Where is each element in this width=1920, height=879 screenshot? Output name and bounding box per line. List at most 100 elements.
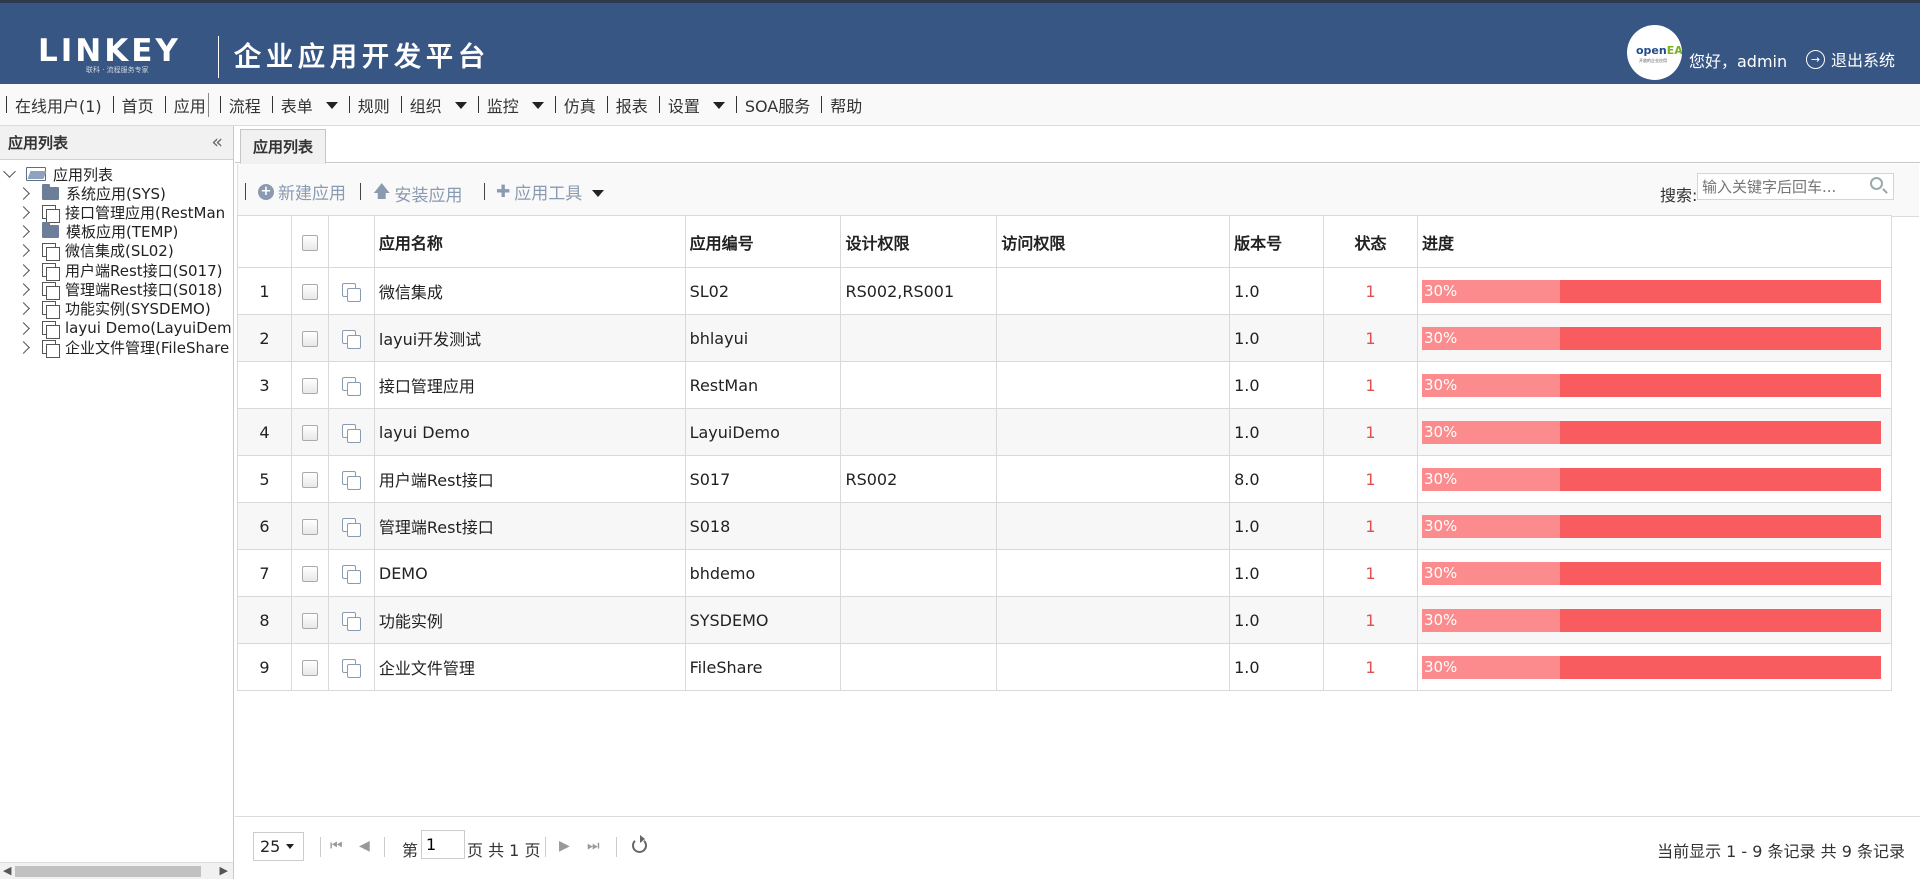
table-row[interactable]: 3 接口管理应用 RestMan 1.0 1 30%	[237, 361, 1893, 409]
row-action[interactable]	[327, 596, 375, 644]
table-row[interactable]: 1 微信集成 SL02 RS002,RS001 1.0 1 30%	[237, 267, 1893, 315]
menu-item-5[interactable]: 规则	[358, 93, 390, 117]
copy-icon[interactable]	[341, 470, 361, 490]
app-tools-button[interactable]: ✚ 应用工具	[496, 179, 605, 204]
cell-app-name[interactable]: DEMO	[373, 549, 686, 597]
row-checkbox[interactable]	[290, 455, 329, 503]
row-action[interactable]	[327, 361, 375, 409]
row-checkbox[interactable]	[290, 502, 329, 550]
menu-item-6[interactable]: 组织	[410, 93, 467, 117]
checkbox-icon[interactable]	[301, 660, 318, 676]
row-action[interactable]	[327, 643, 375, 691]
checkbox-icon[interactable]	[301, 284, 318, 300]
copy-icon[interactable]	[341, 611, 361, 631]
new-app-button[interactable]: + 新建应用	[258, 179, 346, 204]
chevron-right-icon[interactable]	[17, 186, 30, 200]
col-header-access[interactable]: 访问权限	[996, 215, 1231, 268]
table-row[interactable]: 5 用户端Rest接口 S017 RS002 8.0 1 30%	[237, 455, 1893, 503]
col-header-code[interactable]: 应用编号	[684, 215, 842, 268]
copy-icon[interactable]	[341, 282, 361, 302]
scrollbar-thumb[interactable]	[15, 866, 201, 877]
menu-item-3[interactable]: 流程	[229, 93, 261, 117]
row-checkbox[interactable]	[290, 408, 329, 456]
last-page-icon[interactable]: ⏭	[587, 838, 600, 854]
menu-item-0[interactable]: 在线用户(1)	[15, 93, 102, 117]
scroll-right-icon[interactable]: ▶	[220, 864, 228, 877]
cell-app-name[interactable]: layui Demo	[373, 408, 686, 456]
copy-icon[interactable]	[341, 376, 361, 396]
copy-icon[interactable]	[341, 517, 361, 537]
cell-app-name[interactable]: 微信集成	[373, 267, 686, 315]
cell-app-name[interactable]: 管理端Rest接口	[373, 502, 686, 550]
copy-icon[interactable]	[341, 564, 361, 584]
row-checkbox[interactable]	[290, 549, 329, 597]
checkbox-icon[interactable]	[301, 425, 318, 441]
menu-item-11[interactable]: SOA服务	[745, 93, 810, 117]
logout-button[interactable]: → 退出系统	[1806, 47, 1895, 71]
table-row[interactable]: 2 layui开发测试 bhlayui 1.0 1 30%	[237, 314, 1893, 362]
table-row[interactable]: 7 DEMO bhdemo 1.0 1 30%	[237, 549, 1893, 597]
row-action[interactable]	[327, 314, 375, 362]
menu-item-2[interactable]: 应用	[174, 92, 209, 117]
table-row[interactable]: 4 layui Demo LayuiDemo 1.0 1 30%	[237, 408, 1893, 456]
checkbox-icon[interactable]	[301, 566, 318, 582]
chevron-right-icon[interactable]	[17, 283, 30, 296]
row-action[interactable]	[327, 408, 375, 456]
refresh-icon[interactable]	[632, 835, 647, 853]
next-page-icon[interactable]: ▶	[559, 838, 570, 854]
cell-app-name[interactable]: 功能实例	[373, 596, 686, 644]
row-action[interactable]	[327, 502, 375, 550]
install-app-button[interactable]: 🡅 安装应用	[373, 179, 462, 208]
table-row[interactable]: 6 管理端Rest接口 S018 1.0 1 30%	[237, 502, 1893, 550]
avatar[interactable]: openEA 开放的企业应用	[1627, 25, 1682, 80]
chevron-right-icon[interactable]	[17, 205, 30, 219]
table-row[interactable]: 9 企业文件管理 FileShare 1.0 1 30%	[237, 643, 1893, 691]
row-checkbox[interactable]	[290, 361, 329, 409]
checkbox-icon[interactable]	[301, 378, 318, 394]
checkbox-icon[interactable]	[301, 331, 318, 347]
chevron-down-icon[interactable]	[3, 165, 16, 178]
menu-item-8[interactable]: 仿真	[564, 93, 596, 117]
col-header-status[interactable]: 状态	[1323, 215, 1418, 268]
chevron-right-icon[interactable]	[17, 244, 30, 258]
copy-icon[interactable]	[341, 658, 361, 678]
cell-app-name[interactable]: layui开发测试	[373, 314, 686, 362]
chevron-right-icon[interactable]	[17, 302, 30, 316]
search-icon[interactable]	[1870, 177, 1883, 190]
page-size-select[interactable]: 25	[253, 832, 304, 861]
cell-app-name[interactable]: 用户端Rest接口	[373, 455, 686, 503]
checkbox-icon[interactable]	[301, 472, 318, 488]
tab-app-list[interactable]: 应用列表	[240, 129, 327, 164]
row-checkbox[interactable]	[290, 596, 329, 644]
copy-icon[interactable]	[341, 423, 361, 443]
row-checkbox[interactable]	[290, 643, 329, 691]
row-checkbox[interactable]	[290, 267, 329, 315]
col-header-design[interactable]: 设计权限	[840, 215, 998, 268]
copy-icon[interactable]	[341, 329, 361, 349]
checkbox-icon[interactable]	[301, 613, 318, 629]
sidebar-horizontal-scrollbar[interactable]: ◀ ▶	[0, 862, 233, 879]
row-checkbox[interactable]	[290, 314, 329, 362]
chevron-right-icon[interactable]	[17, 225, 30, 238]
chevron-right-icon[interactable]	[17, 341, 30, 354]
row-action[interactable]	[327, 267, 375, 315]
cell-app-name[interactable]: 接口管理应用	[373, 361, 686, 409]
page-number-input[interactable]	[421, 830, 465, 859]
col-header-name[interactable]: 应用名称	[373, 215, 686, 268]
prev-page-icon[interactable]: ◀	[359, 838, 370, 854]
col-header-progress[interactable]: 进度	[1416, 215, 1893, 268]
search-input[interactable]	[1697, 173, 1894, 200]
chevron-right-icon[interactable]	[17, 321, 30, 335]
cell-app-name[interactable]: 企业文件管理	[373, 643, 686, 691]
row-action[interactable]	[327, 455, 375, 503]
menu-item-12[interactable]: 帮助	[830, 93, 862, 117]
tree-item[interactable]: 企业文件管理(FileShare	[17, 336, 229, 358]
checkbox-icon[interactable]	[301, 234, 318, 251]
checkbox-icon[interactable]	[301, 519, 318, 535]
menu-item-1[interactable]: 首页	[122, 93, 154, 117]
menu-item-7[interactable]: 监控	[487, 93, 544, 117]
row-action[interactable]	[327, 549, 375, 597]
double-chevron-left-icon[interactable]: «	[211, 133, 223, 152]
chevron-right-icon[interactable]	[17, 263, 30, 277]
menu-item-4[interactable]: 表单	[281, 93, 338, 117]
